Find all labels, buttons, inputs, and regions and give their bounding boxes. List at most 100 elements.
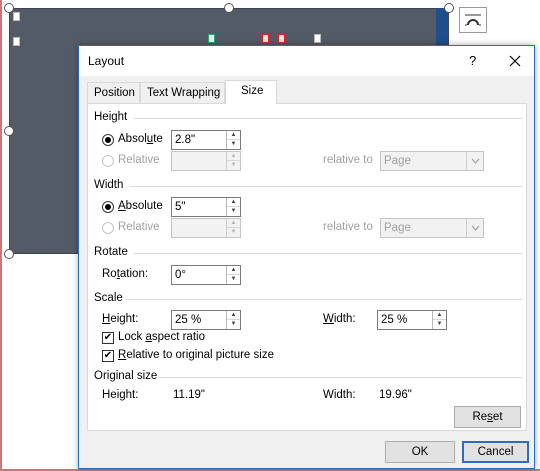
width-absolute-label[interactable]: Absolute xyxy=(118,200,163,212)
height-absolute-stepper[interactable]: 2.8" ▲ ▼ xyxy=(171,130,241,150)
relative-original-checkbox[interactable]: ✔ xyxy=(102,350,114,362)
spin-up-icon[interactable]: ▲ xyxy=(227,131,240,140)
scale-height-value: 25 % xyxy=(175,314,202,326)
height-relative-to-value: Page xyxy=(384,155,411,167)
spin-up-icon[interactable]: ▲ xyxy=(227,198,240,207)
scale-height-stepper[interactable]: 25 % ▲ ▼ xyxy=(171,310,241,330)
picture-taskbar-strip xyxy=(436,8,448,48)
close-button[interactable] xyxy=(504,51,526,71)
lock-aspect-label[interactable]: Lock aspect ratio xyxy=(118,331,205,343)
width-relative-to-dropdown: Page xyxy=(380,218,484,238)
file-icon xyxy=(13,12,20,21)
rotation-value: 0° xyxy=(175,269,186,281)
height-relative-radio[interactable] xyxy=(102,155,114,167)
original-width-value: 19.96" xyxy=(379,389,412,401)
height-section-label: Height xyxy=(94,111,128,123)
scale-width-stepper[interactable]: 25 % ▲ ▼ xyxy=(377,310,447,330)
reset-label: Reset xyxy=(472,411,503,423)
resize-handle-top-right[interactable] xyxy=(444,3,454,13)
scale-section-label: Scale xyxy=(94,292,123,304)
cancel-button[interactable]: Cancel xyxy=(462,441,529,463)
divider xyxy=(126,299,522,300)
width-absolute-stepper[interactable]: 5" ▲ ▼ xyxy=(171,197,241,217)
tab-size-label: Size xyxy=(241,85,264,97)
spin-down-icon: ▼ xyxy=(230,229,237,235)
rotate-section-label: Rotate xyxy=(94,246,128,258)
tab-text-wrapping[interactable]: Text Wrapping xyxy=(140,82,225,103)
height-absolute-value: 2.8" xyxy=(175,134,196,146)
reset-button[interactable]: Reset xyxy=(454,406,521,428)
height-relative-arrows: ▲ ▼ xyxy=(226,152,240,170)
cancel-label: Cancel xyxy=(477,446,514,458)
size-tab-panel: Height Absolute 2.8" ▲ ▼ Relative ▲ ▼ re… xyxy=(87,103,527,431)
tab-position-label: Position xyxy=(94,87,135,99)
check-icon: ✔ xyxy=(103,332,113,343)
close-icon xyxy=(509,55,521,67)
height-absolute-arrows[interactable]: ▲ ▼ xyxy=(226,131,240,149)
scale-height-arrows[interactable]: ▲ ▼ xyxy=(226,311,240,329)
file-icon xyxy=(13,37,20,46)
width-section-label: Width xyxy=(94,179,124,191)
spin-down-icon[interactable]: ▼ xyxy=(227,207,240,216)
spin-up-icon[interactable]: ▲ xyxy=(227,266,240,275)
width-relative-label: Relative xyxy=(118,221,160,233)
resize-handle-top[interactable] xyxy=(224,3,234,13)
dialog-title: Layout xyxy=(88,54,125,68)
width-relative-to-value: Page xyxy=(384,222,411,234)
layout-dialog: Layout ? Position Text Wrapping Size Hei… xyxy=(78,45,535,469)
height-relative-to-label: relative to xyxy=(323,154,373,166)
original-size-section-label: Original size xyxy=(94,370,158,382)
dialog-titlebar[interactable]: Layout ? xyxy=(79,46,534,76)
spin-down-icon[interactable]: ▼ xyxy=(227,320,240,329)
layout-options-icon xyxy=(465,14,481,26)
tab-position[interactable]: Position xyxy=(87,82,140,103)
resize-handle-bottom-left[interactable] xyxy=(4,249,14,259)
check-icon: ✔ xyxy=(103,350,113,361)
width-absolute-radio[interactable] xyxy=(102,201,114,213)
scale-width-arrows[interactable]: ▲ ▼ xyxy=(432,311,446,329)
height-absolute-radio[interactable] xyxy=(102,134,114,146)
pdf-icon xyxy=(278,34,285,43)
selection-border-left xyxy=(0,0,2,471)
divider xyxy=(134,118,522,119)
chevron-down-icon xyxy=(466,219,483,237)
height-relative-label: Relative xyxy=(118,154,160,166)
ok-button[interactable]: OK xyxy=(385,441,455,463)
scale-width-label: Width: xyxy=(323,313,356,325)
width-absolute-arrows[interactable]: ▲ ▼ xyxy=(226,198,240,216)
divider xyxy=(130,186,522,187)
spin-up-icon[interactable]: ▲ xyxy=(227,311,240,320)
spin-up-icon: ▲ xyxy=(227,219,240,228)
spin-down-icon[interactable]: ▼ xyxy=(227,275,240,284)
help-button[interactable]: ? xyxy=(469,53,476,68)
file-icon xyxy=(208,34,215,43)
rotation-stepper[interactable]: 0° ▲ ▼ xyxy=(171,265,241,285)
spin-down-icon[interactable]: ▼ xyxy=(227,140,240,149)
spin-down-icon: ▼ xyxy=(230,162,237,168)
lock-aspect-checkbox[interactable]: ✔ xyxy=(102,332,114,344)
divider xyxy=(158,377,522,378)
layout-options-button[interactable] xyxy=(459,7,487,33)
spin-down-icon[interactable]: ▼ xyxy=(433,320,446,329)
resize-handle-top-left[interactable] xyxy=(4,3,14,13)
spin-up-icon[interactable]: ▲ xyxy=(433,311,446,320)
height-absolute-label[interactable]: Absolute xyxy=(118,133,163,145)
rotation-label: Rotation: xyxy=(102,268,149,280)
scale-width-value: 25 % xyxy=(381,314,408,326)
width-absolute-value: 5" xyxy=(175,201,186,213)
rotation-arrows[interactable]: ▲ ▼ xyxy=(226,266,240,284)
original-height-value: 11.19" xyxy=(173,389,206,401)
height-relative-to-dropdown: Page xyxy=(380,151,484,171)
resize-handle-left[interactable] xyxy=(4,126,14,136)
spin-up-icon: ▲ xyxy=(227,152,240,161)
relative-original-label[interactable]: Relative to original picture size xyxy=(118,349,274,361)
height-relative-stepper: ▲ ▼ xyxy=(171,151,241,171)
ok-label: OK xyxy=(411,446,429,458)
original-height-label: Height: xyxy=(102,389,139,401)
chevron-down-icon xyxy=(466,152,483,170)
tab-size[interactable]: Size xyxy=(225,80,277,104)
tab-text-wrapping-label: Text Wrapping xyxy=(147,87,221,99)
original-width-label: Width: xyxy=(323,389,356,401)
width-relative-radio[interactable] xyxy=(102,222,114,234)
file-icon xyxy=(314,34,321,43)
